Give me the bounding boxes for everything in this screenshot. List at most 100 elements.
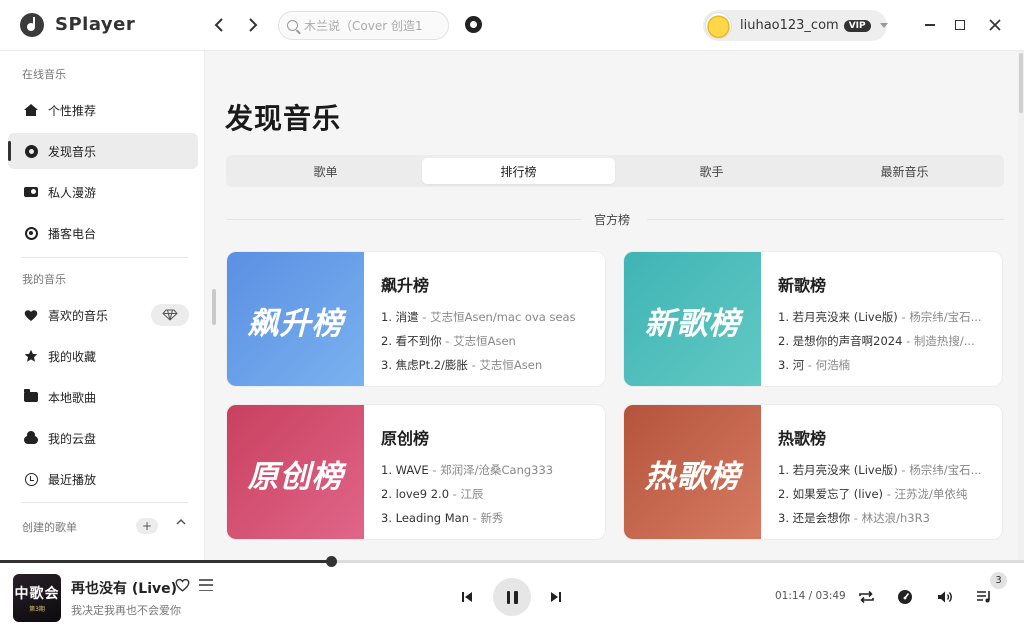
playlist-icon[interactable]: [199, 579, 213, 591]
album-art[interactable]: 中歌会 第3期: [13, 574, 61, 622]
disc-icon: [24, 144, 38, 158]
sidebar-section-mine: 我的音乐: [22, 273, 66, 286]
tab-new-music[interactable]: 最新音乐: [808, 158, 1001, 184]
track-artist: 郑润泽/沧桑Cang333: [440, 463, 554, 477]
sidebar-item-label: 播客电台: [48, 226, 97, 241]
pause-button[interactable]: [493, 578, 531, 616]
time-display: 01:14 / 03:49: [775, 590, 846, 602]
chart-card-new[interactable]: 新歌榜 新歌榜 1. 若月亮没来 (Live版) - 杨宗纬/宝石... 2. …: [623, 251, 1003, 387]
heart-mode-button[interactable]: [151, 304, 189, 326]
diamond-icon: [162, 309, 178, 321]
track-artist: 杨宗纬/宝石...: [909, 310, 982, 324]
chart-track[interactable]: 2. 看不到你 - 艾志恒Asen: [381, 333, 593, 349]
tab-artists[interactable]: 歌手: [615, 158, 808, 184]
previous-button[interactable]: [458, 588, 476, 606]
chart-track[interactable]: 1. 若月亮没来 (Live版) - 杨宗纬/宝石...: [778, 309, 990, 325]
track-artist: 新秀: [480, 511, 504, 525]
chart-cover: 新歌榜: [624, 252, 761, 386]
speed-button[interactable]: [896, 588, 914, 606]
sidebar-item-podcast[interactable]: 播客电台: [8, 215, 198, 251]
track-rank: 3.: [778, 511, 789, 525]
track-song: 焦虑Pt.2/膨胀: [395, 358, 468, 372]
minimize-icon: [925, 24, 935, 26]
chart-track[interactable]: 2. love9 2.0 - 江辰: [381, 486, 593, 502]
sidebar-item-label: 发现音乐: [48, 144, 97, 159]
chart-track[interactable]: 3. Leading Man - 新秀: [381, 510, 593, 526]
song-title[interactable]: 再也没有 (Live): [71, 578, 177, 598]
chart-card-hot[interactable]: 热歌榜 热歌榜 1. 若月亮没来 (Live版) - 杨宗纬/宝石... 2. …: [623, 404, 1003, 540]
next-button[interactable]: [547, 588, 565, 606]
section-label: 官方榜: [594, 213, 631, 227]
track-song: Leading Man: [395, 511, 469, 525]
repeat-icon: [858, 590, 874, 604]
track-song: 看不到你: [395, 334, 442, 348]
chart-track[interactable]: 2. 是想你的声音啊2024 - 制造热搜/...: [778, 333, 990, 349]
user-menu[interactable]: liuhao123_com VIP: [703, 10, 888, 41]
sidebar-item-discover[interactable]: 发现音乐: [8, 133, 198, 169]
search-input[interactable]: [304, 18, 434, 33]
repeat-button[interactable]: [857, 588, 875, 606]
back-button[interactable]: [208, 14, 230, 36]
sidebar-item-cloud[interactable]: 我的云盘: [8, 420, 198, 456]
track-rank: 3.: [381, 358, 392, 372]
chart-track[interactable]: 1. 若月亮没来 (Live版) - 杨宗纬/宝石...: [778, 462, 990, 478]
minimize-button[interactable]: [920, 15, 940, 35]
chart-track[interactable]: 1. WAVE - 郑润泽/沧桑Cang333: [381, 462, 593, 478]
sidebar-section-online: 在线音乐: [22, 68, 66, 81]
history-icon: [24, 472, 38, 486]
song-artist[interactable]: 我决定我再也不会爱你: [71, 602, 181, 618]
tab-playlists[interactable]: 歌单: [229, 158, 422, 184]
track-artist: 艾志恒Asen: [453, 334, 516, 348]
maximize-button[interactable]: [950, 15, 970, 35]
close-button[interactable]: [985, 15, 1005, 35]
sidebar-item-history[interactable]: 最近播放: [8, 461, 198, 497]
track-song: 若月亮没来 (Live版): [792, 310, 898, 324]
volume-button[interactable]: [936, 588, 954, 606]
folder-icon: [24, 389, 38, 404]
chart-track[interactable]: 3. 还是会想你 - 林达浪/h3R3: [778, 510, 990, 526]
sidebar-item-label: 我的云盘: [48, 431, 97, 446]
progress-fill: [0, 560, 331, 563]
queue-count-badge: 3: [990, 572, 1007, 589]
player-bar: 中歌会 第3期 再也没有 (Live) 我决定我再也不会爱你 01:14 / 0…: [0, 556, 1024, 631]
sidebar-item-label: 我的收藏: [48, 349, 97, 364]
like-button[interactable]: [175, 578, 190, 596]
user-name: liuhao123_com: [740, 18, 839, 33]
github-icon[interactable]: [465, 16, 482, 33]
star-icon: [24, 349, 38, 363]
chart-card-soaring[interactable]: 飙升榜 飙升榜 1. 消遣 - 艾志恒Asen/mac ova seas 2. …: [226, 251, 606, 387]
chevron-left-icon: [214, 18, 223, 32]
chevron-right-icon: [249, 18, 258, 32]
heart-icon: [24, 308, 38, 322]
chart-track[interactable]: 2. 如果爱忘了 (live) - 汪苏泷/单依纯: [778, 486, 990, 502]
add-playlist-button[interactable]: +: [136, 518, 158, 534]
track-artist: 杨宗纬/宝石...: [909, 463, 982, 477]
sidebar-item-personal-fm[interactable]: 私人漫游: [8, 174, 198, 210]
radio-icon: [24, 185, 38, 199]
sidebar-item-favorites[interactable]: 我的收藏: [8, 338, 198, 374]
track-song: 河: [792, 358, 805, 372]
main-scrollbar[interactable]: [1019, 53, 1023, 113]
sidebar-divider: [22, 257, 188, 258]
sidebar-item-local[interactable]: 本地歌曲: [8, 379, 198, 415]
chart-title: 热歌榜: [778, 429, 827, 448]
search-box[interactable]: [278, 11, 449, 40]
sidebar-item-label: 私人漫游: [48, 185, 97, 200]
track-song: WAVE: [395, 463, 429, 477]
forward-button[interactable]: [242, 14, 264, 36]
main-scrollbar-track: [1018, 51, 1024, 560]
queue-button[interactable]: [975, 588, 993, 606]
progress-handle[interactable]: [325, 556, 337, 567]
tab-toplists[interactable]: 排行榜: [422, 158, 615, 184]
sidebar-item-recommend[interactable]: 个性推荐: [8, 92, 198, 128]
chart-card-original[interactable]: 原创榜 原创榜 1. WAVE - 郑润泽/沧桑Cang333 2. love9…: [226, 404, 606, 540]
track-artist: 江辰: [460, 487, 484, 501]
collapse-button[interactable]: [176, 517, 186, 528]
chart-track[interactable]: 3. 焦虑Pt.2/膨胀 - 艾志恒Asen: [381, 357, 593, 373]
progress-bar[interactable]: [0, 556, 1024, 567]
maximize-icon: [955, 20, 965, 30]
track-rank: 2.: [778, 487, 789, 501]
chart-track[interactable]: 1. 消遣 - 艾志恒Asen/mac ova seas: [381, 309, 593, 325]
chart-track[interactable]: 3. 河 - 何浩楠: [778, 357, 990, 373]
chart-title: 新歌榜: [778, 276, 827, 295]
